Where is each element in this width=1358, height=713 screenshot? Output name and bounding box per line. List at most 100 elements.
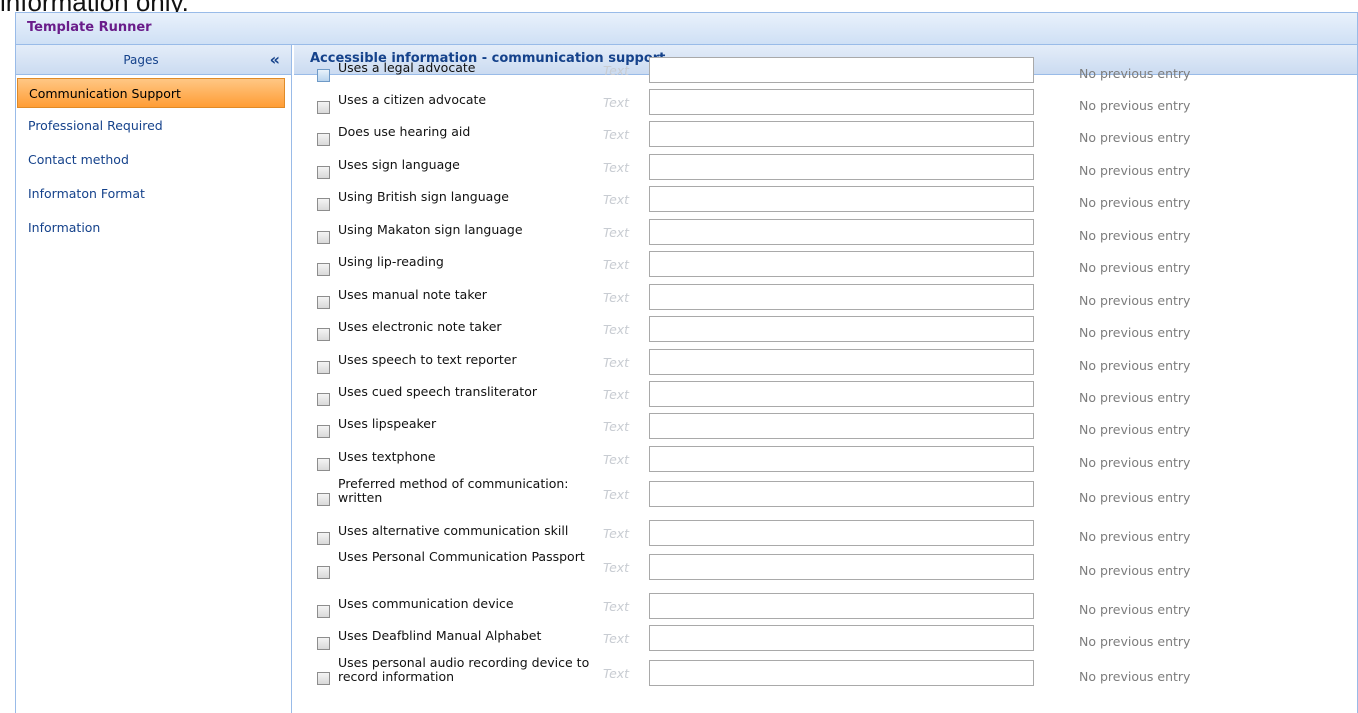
row-checkbox[interactable] xyxy=(317,458,330,471)
form-row: Using lip-reading Text No previous entry xyxy=(294,251,1357,284)
text-type-hint: Text xyxy=(603,95,630,110)
form-row: Uses manual note taker Text No previous en… xyxy=(294,284,1357,317)
form-row: Uses alternative communication skill Text… xyxy=(294,520,1357,553)
row-label: Uses electronic note taker xyxy=(338,319,502,334)
row-label: Uses cued speech transliterator xyxy=(338,384,537,399)
previous-entry-text: No previous entry xyxy=(1079,358,1191,373)
previous-entry-text: No previous entry xyxy=(1079,390,1191,405)
text-type-hint: Text xyxy=(603,487,630,502)
collapse-sidebar-icon[interactable]: « xyxy=(270,50,280,69)
row-label: Using Makaton sign language xyxy=(338,222,523,237)
nav-item-information[interactable]: Information xyxy=(17,210,285,244)
row-text-input[interactable] xyxy=(649,89,1034,115)
nav-item-communication-support[interactable]: Communication Support xyxy=(17,78,285,108)
text-type-hint: Text xyxy=(603,387,630,402)
row-checkbox[interactable] xyxy=(317,425,330,438)
row-text-input[interactable] xyxy=(649,593,1034,619)
previous-entry-text: No previous entry xyxy=(1079,98,1191,113)
nav-item-information-format[interactable]: Informaton Format xyxy=(17,176,285,210)
row-checkbox[interactable] xyxy=(317,532,330,545)
row-label: Uses Personal Communication Passport xyxy=(338,549,585,564)
nav-item-contact-method[interactable]: Contact method xyxy=(17,142,285,176)
row-checkbox[interactable] xyxy=(317,101,330,114)
previous-entry-text: No previous entry xyxy=(1079,325,1191,340)
text-type-hint: Text xyxy=(603,63,630,78)
form-row: Uses communication device Text No previous… xyxy=(294,593,1357,626)
text-type-hint: Text xyxy=(603,419,630,434)
previous-entry-text: No previous entry xyxy=(1079,260,1191,275)
row-checkbox[interactable] xyxy=(317,166,330,179)
sidebar-header: Pages « xyxy=(16,45,291,75)
row-checkbox[interactable] xyxy=(317,69,330,82)
row-label: Using British sign language xyxy=(338,189,509,204)
row-label: Using lip-reading xyxy=(338,254,444,269)
row-checkbox[interactable] xyxy=(317,637,330,650)
form-row: Uses textphone Text No previous entry xyxy=(294,446,1357,479)
row-text-input[interactable] xyxy=(649,349,1034,375)
row-checkbox[interactable] xyxy=(317,605,330,618)
row-label: Uses communication device xyxy=(338,596,514,611)
row-checkbox[interactable] xyxy=(317,566,330,579)
row-checkbox[interactable] xyxy=(317,263,330,276)
form-row: Preferred method of communication: writt… xyxy=(294,477,1357,514)
row-text-input[interactable] xyxy=(649,446,1034,472)
row-label: Uses Deafblind Manual Alphabet xyxy=(338,628,542,643)
row-text-input[interactable] xyxy=(649,520,1034,546)
row-text-input[interactable] xyxy=(649,316,1034,342)
row-checkbox[interactable] xyxy=(317,133,330,146)
row-checkbox[interactable] xyxy=(317,231,330,244)
row-label: Uses manual note taker xyxy=(338,287,487,302)
row-checkbox[interactable] xyxy=(317,672,330,685)
row-checkbox[interactable] xyxy=(317,393,330,406)
previous-entry-text: No previous entry xyxy=(1079,293,1191,308)
row-label: Does use hearing aid xyxy=(338,124,471,139)
row-text-input[interactable] xyxy=(649,660,1034,686)
text-type-hint: Text xyxy=(603,631,630,646)
row-text-input[interactable] xyxy=(649,121,1034,147)
text-type-hint: Text xyxy=(603,290,630,305)
previous-entry-text: No previous entry xyxy=(1079,602,1191,617)
previous-entry-text: No previous entry xyxy=(1079,455,1191,470)
previous-entry-text: No previous entry xyxy=(1079,669,1191,684)
row-label: Uses personal audio recording device to … xyxy=(338,655,590,684)
template-runner-window: Template Runner Pages « Communication Su… xyxy=(15,12,1358,713)
row-label: Uses sign language xyxy=(338,157,460,172)
row-text-input[interactable] xyxy=(649,186,1034,212)
row-label: Uses alternative communication skill xyxy=(338,523,569,538)
row-checkbox[interactable] xyxy=(317,198,330,211)
nav-item-professional-required[interactable]: Professional Required xyxy=(17,108,285,142)
row-checkbox[interactable] xyxy=(317,328,330,341)
row-text-input[interactable] xyxy=(649,57,1034,83)
form-row: Using British sign language Text No previo… xyxy=(294,186,1357,219)
row-text-input[interactable] xyxy=(649,284,1034,310)
row-text-input[interactable] xyxy=(649,413,1034,439)
row-label: Preferred method of communication: writt… xyxy=(338,476,569,505)
row-checkbox[interactable] xyxy=(317,296,330,309)
form-row: Does use hearing aid Text No previous entr… xyxy=(294,121,1357,154)
row-text-input[interactable] xyxy=(649,219,1034,245)
text-type-hint: Text xyxy=(603,225,630,240)
previous-entry-text: No previous entry xyxy=(1079,490,1191,505)
row-label: Uses speech to text reporter xyxy=(338,352,517,367)
row-text-input[interactable] xyxy=(649,554,1034,580)
row-label: Uses lipspeaker xyxy=(338,416,437,431)
text-type-hint: Text xyxy=(603,257,630,272)
previous-entry-text: No previous entry xyxy=(1079,163,1191,178)
row-checkbox[interactable] xyxy=(317,493,330,506)
form-row: Uses personal audio recording device to … xyxy=(294,656,1357,693)
text-type-hint: Text xyxy=(603,560,630,575)
row-text-input[interactable] xyxy=(649,381,1034,407)
previous-entry-text: No previous entry xyxy=(1079,66,1191,81)
row-checkbox[interactable] xyxy=(317,361,330,374)
row-text-input[interactable] xyxy=(649,251,1034,277)
sidebar-header-label: Pages xyxy=(123,53,159,67)
row-text-input[interactable] xyxy=(649,625,1034,651)
row-text-input[interactable] xyxy=(649,481,1034,507)
window-titlebar: Template Runner xyxy=(16,13,1357,45)
form-row: Uses Personal Communication Passport Text… xyxy=(294,550,1357,587)
previous-entry-text: No previous entry xyxy=(1079,563,1191,578)
text-type-hint: Text xyxy=(603,355,630,370)
previous-entry-text: No previous entry xyxy=(1079,195,1191,210)
text-type-hint: Text xyxy=(603,666,630,681)
row-text-input[interactable] xyxy=(649,154,1034,180)
